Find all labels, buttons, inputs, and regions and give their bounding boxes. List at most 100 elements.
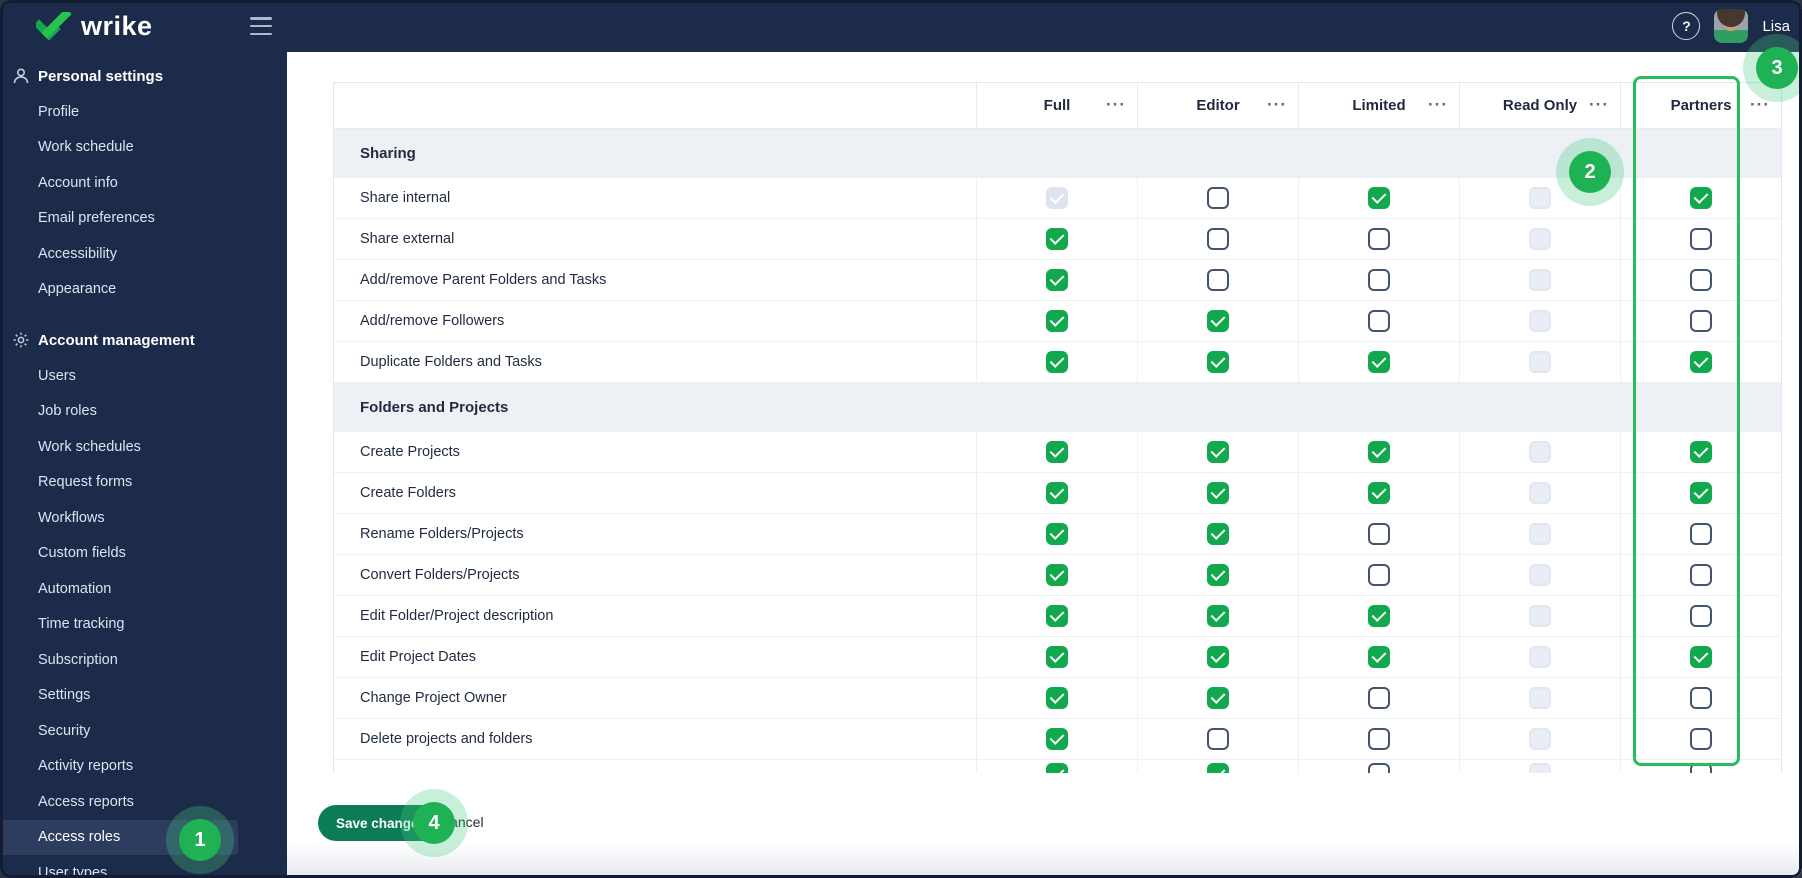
cell-read-only [1459, 678, 1620, 718]
sidebar-item-automation[interactable]: Automation [0, 571, 287, 607]
sidebar-item-email-preferences[interactable]: Email preferences [0, 201, 287, 237]
sidebar-item-users[interactable]: Users [0, 358, 287, 394]
sidebar-item-appearance[interactable]: Appearance [0, 272, 287, 308]
checkbox-checked[interactable] [1368, 441, 1390, 463]
checkbox-checked[interactable] [1046, 523, 1068, 545]
checkbox-checked[interactable] [1046, 646, 1068, 668]
checkbox-unchecked[interactable] [1368, 564, 1390, 586]
cell-limited [1298, 301, 1459, 341]
checkbox-checked[interactable] [1046, 482, 1068, 504]
checkbox-checked[interactable] [1690, 646, 1712, 668]
table-row-share-internal: Share internal [334, 178, 1781, 219]
checkbox-unchecked[interactable] [1690, 564, 1712, 586]
checkbox-checked[interactable] [1046, 605, 1068, 627]
column-menu-icon[interactable]: ··· [1750, 94, 1770, 114]
checkbox-unchecked[interactable] [1690, 228, 1712, 250]
checkbox-checked[interactable] [1207, 523, 1229, 545]
checkbox-checked[interactable] [1207, 351, 1229, 373]
checkbox-checked[interactable] [1368, 482, 1390, 504]
help-icon[interactable]: ? [1672, 12, 1701, 40]
checkbox-unchecked[interactable] [1690, 728, 1712, 750]
column-menu-icon[interactable]: ··· [1106, 94, 1126, 114]
cell-editor [1137, 514, 1298, 554]
logo-text: wrike [81, 11, 153, 41]
cell-limited [1298, 473, 1459, 513]
sidebar-item-work-schedules[interactable]: Work schedules [0, 429, 287, 465]
checkbox-checked[interactable] [1046, 564, 1068, 586]
checkbox-disabled-unchecked [1529, 228, 1551, 250]
cell-editor [1137, 260, 1298, 300]
sidebar-item-work-schedule[interactable]: Work schedule [0, 130, 287, 166]
cell-full [976, 219, 1137, 259]
checkbox-checked[interactable] [1046, 310, 1068, 332]
checkbox-checked[interactable] [1207, 441, 1229, 463]
checkbox-checked[interactable] [1207, 310, 1229, 332]
checkbox-disabled-unchecked [1529, 441, 1551, 463]
column-menu-icon[interactable]: ··· [1267, 94, 1287, 114]
checkbox-checked[interactable] [1368, 605, 1390, 627]
checkbox-checked[interactable] [1690, 351, 1712, 373]
sidebar-item-job-roles[interactable]: Job roles [0, 394, 287, 430]
cell-partners [1620, 432, 1781, 472]
checkbox-checked[interactable] [1046, 351, 1068, 373]
sidebar-item-account-info[interactable]: Account info [0, 165, 287, 201]
checkbox-unchecked[interactable] [1368, 228, 1390, 250]
checkbox-checked[interactable] [1046, 269, 1068, 291]
checkbox-disabled-unchecked [1529, 523, 1551, 545]
sidebar-item-user-types[interactable]: User types [0, 855, 287, 878]
checkbox-checked[interactable] [1046, 441, 1068, 463]
checkbox-unchecked[interactable] [1368, 728, 1390, 750]
sidebar-item-profile[interactable]: Profile [0, 94, 287, 130]
sidebar-item-request-forms[interactable]: Request forms [0, 465, 287, 501]
table-row-rename-folders-projects: Rename Folders/Projects [334, 514, 1781, 555]
checkbox-checked[interactable] [1046, 228, 1068, 250]
hamburger-menu-icon[interactable] [250, 17, 272, 35]
sidebar-item-workflows[interactable]: Workflows [0, 500, 287, 536]
checkbox-unchecked[interactable] [1207, 228, 1229, 250]
checkbox-unchecked[interactable] [1690, 605, 1712, 627]
sidebar-group-personal-settings[interactable]: Personal settings [0, 58, 287, 94]
sidebar-item-settings[interactable]: Settings [0, 678, 287, 714]
sidebar-item-time-tracking[interactable]: Time tracking [0, 607, 287, 643]
checkbox-checked[interactable] [1207, 482, 1229, 504]
sidebar-group-account-management[interactable]: Account management [0, 322, 287, 358]
wrike-logo[interactable]: wrike [36, 9, 153, 43]
row-label: Create Folders [360, 485, 456, 501]
avatar[interactable] [1714, 9, 1749, 43]
checkbox-unchecked[interactable] [1368, 310, 1390, 332]
sidebar-item-access-reports[interactable]: Access reports [0, 784, 287, 820]
checkbox-unchecked[interactable] [1368, 269, 1390, 291]
checkbox-checked[interactable] [1690, 482, 1712, 504]
sidebar-item-security[interactable]: Security [0, 713, 287, 749]
cell-read-only [1459, 637, 1620, 677]
checkbox-unchecked[interactable] [1368, 523, 1390, 545]
checkbox-unchecked[interactable] [1207, 269, 1229, 291]
checkbox-unchecked[interactable] [1207, 728, 1229, 750]
checkbox-checked[interactable] [1207, 564, 1229, 586]
row-label-column-header [334, 83, 976, 128]
checkbox-checked[interactable] [1690, 441, 1712, 463]
sidebar-item-activity-reports[interactable]: Activity reports [0, 749, 287, 785]
checkbox-checked[interactable] [1368, 351, 1390, 373]
checkbox-unchecked[interactable] [1690, 523, 1712, 545]
checkbox-unchecked[interactable] [1690, 269, 1712, 291]
checkbox-checked[interactable] [1046, 728, 1068, 750]
checkbox-checked[interactable] [1368, 187, 1390, 209]
checkbox-checked[interactable] [1207, 687, 1229, 709]
checkbox-checked[interactable] [1690, 187, 1712, 209]
checkbox-unchecked[interactable] [1690, 687, 1712, 709]
cell-full [976, 301, 1137, 341]
checkbox-disabled-checked [1046, 187, 1068, 209]
sidebar-item-accessibility[interactable]: Accessibility [0, 236, 287, 272]
checkbox-unchecked[interactable] [1207, 187, 1229, 209]
checkbox-checked[interactable] [1368, 646, 1390, 668]
sidebar-item-custom-fields[interactable]: Custom fields [0, 536, 287, 572]
checkbox-checked[interactable] [1046, 687, 1068, 709]
checkbox-unchecked[interactable] [1368, 687, 1390, 709]
checkbox-unchecked[interactable] [1690, 310, 1712, 332]
column-menu-icon[interactable]: ··· [1589, 94, 1609, 114]
sidebar-item-subscription[interactable]: Subscription [0, 642, 287, 678]
checkbox-checked[interactable] [1207, 605, 1229, 627]
checkbox-checked[interactable] [1207, 646, 1229, 668]
column-menu-icon[interactable]: ··· [1428, 94, 1448, 114]
